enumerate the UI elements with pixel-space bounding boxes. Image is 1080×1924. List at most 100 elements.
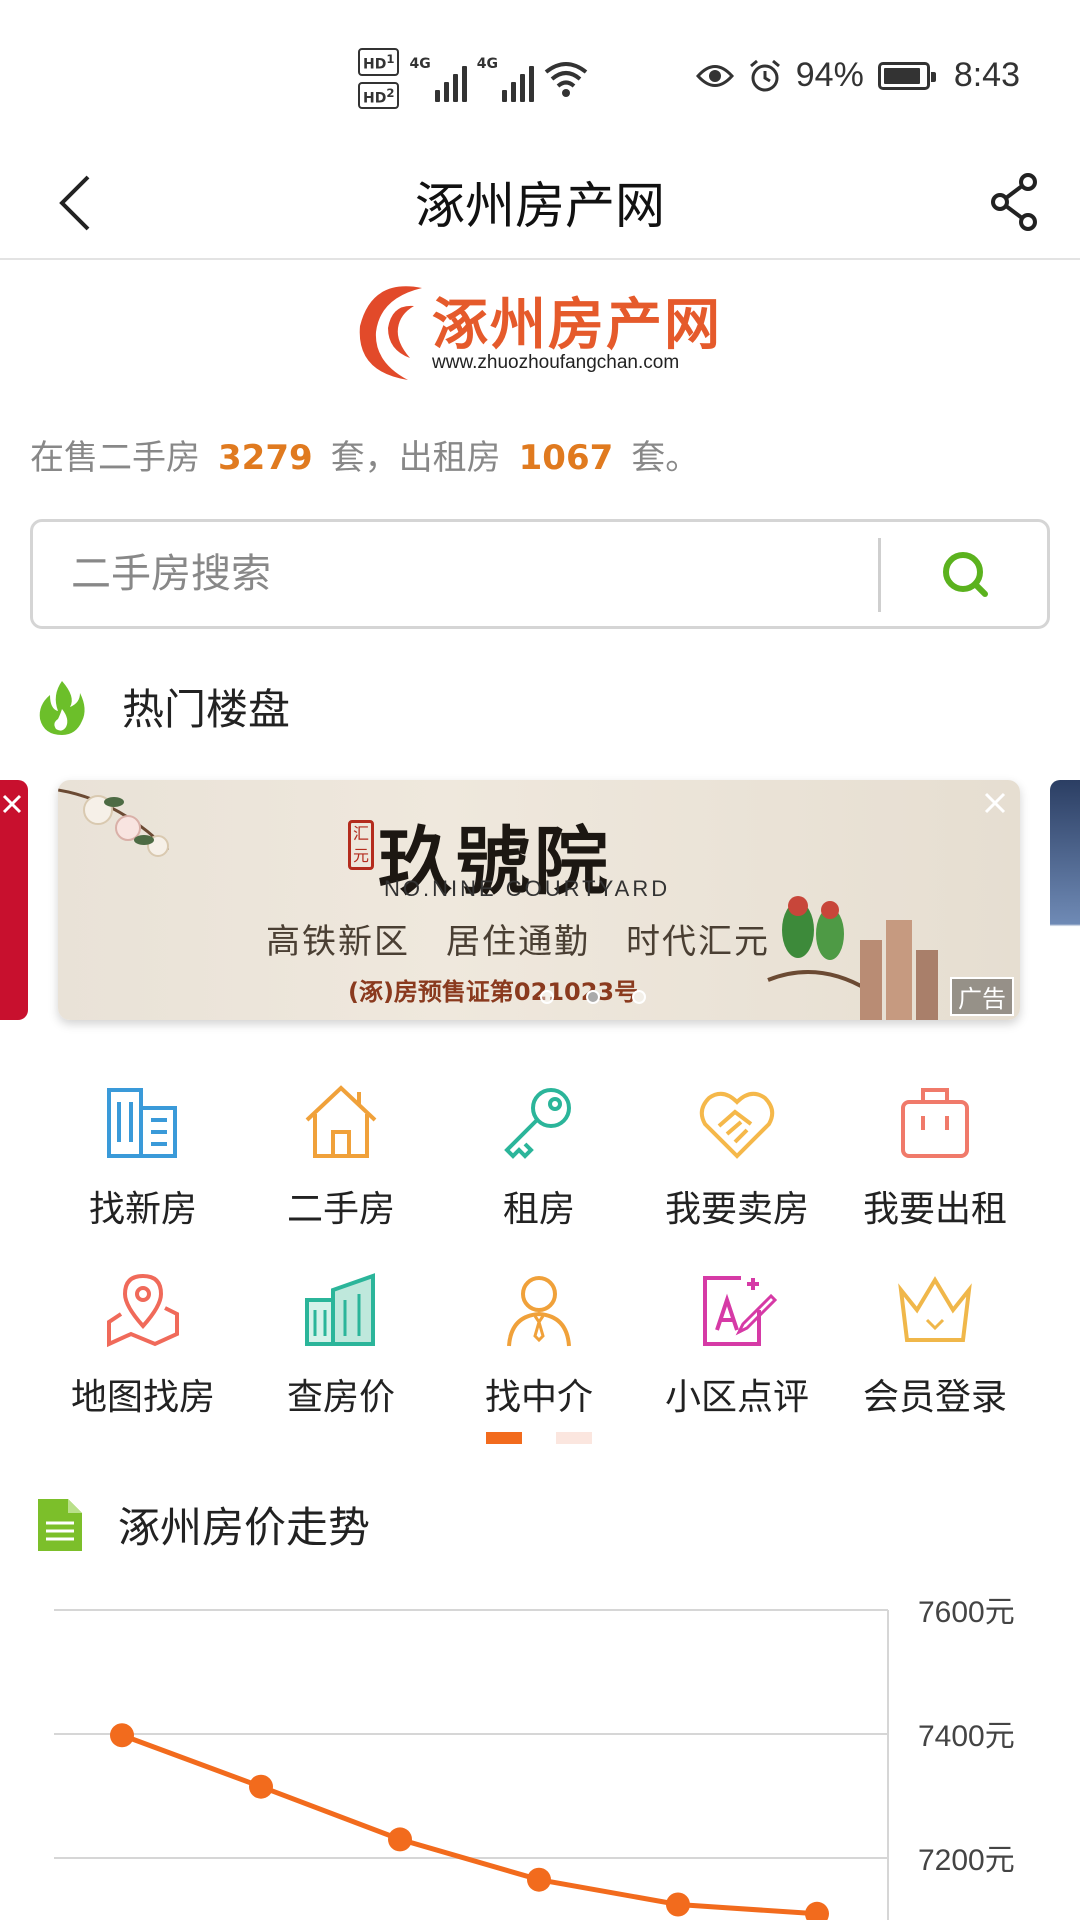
banner-dot-active[interactable]: [586, 990, 600, 1004]
agent-icon: [507, 1276, 571, 1347]
data-point[interactable]: [805, 1901, 829, 1924]
banner-subtitle: 高铁新区 居住通勤 时代汇元: [266, 922, 770, 962]
prev-banner-peek[interactable]: [0, 780, 28, 1020]
search-button[interactable]: [881, 522, 1049, 626]
share-button[interactable]: [984, 166, 1044, 236]
data-point[interactable]: [249, 1774, 273, 1799]
handshake-icon: [699, 1091, 775, 1159]
flower-decoration-icon: [58, 788, 170, 857]
grid-pager: [486, 1432, 592, 1444]
feature-row-2: 地图找房 查房价 找中介 小区点评 会员登录: [0, 1248, 1080, 1436]
data-point[interactable]: [110, 1723, 134, 1748]
feature-grid: 找新房 二手房 租房 我要卖房 我要出租 地图找房 查房价 找中介 小区点评 会…: [0, 1060, 1080, 1436]
status-bar: HD1 HD2 4G 4G 94% 8:43: [0, 0, 1080, 150]
sale-count: 3279: [218, 438, 313, 478]
data-point[interactable]: [666, 1892, 690, 1917]
alarm-icon: [749, 59, 780, 91]
grid-label: 会员登录: [862, 1377, 1007, 1418]
logo-mark-icon: [359, 286, 422, 380]
banner-dots: [540, 990, 646, 1004]
banner-carousel[interactable]: 汇元 玖號院 NO.NINE COURTYARD 高铁新区 居住通勤 时代汇元 …: [0, 780, 1080, 1020]
grid-label: 我要出租: [862, 1189, 1007, 1230]
map-pin-icon: [107, 1273, 179, 1348]
document-icon: [38, 1498, 82, 1551]
grid-item-login[interactable]: 会员登录: [836, 1248, 1034, 1436]
grid-item-review[interactable]: 小区点评: [638, 1248, 836, 1436]
grid-item-lease[interactable]: 我要出租: [836, 1060, 1034, 1248]
banner-dot[interactable]: [632, 990, 646, 1004]
chart-svg: 7600元 7400元 7200元: [54, 1596, 1015, 1924]
data-point[interactable]: [388, 1827, 412, 1852]
banner-seal: 汇元: [348, 820, 374, 870]
navigation-bar: 涿州房产网: [0, 150, 1080, 260]
feature-row-1: 找新房 二手房 租房 我要卖房 我要出租: [0, 1060, 1080, 1248]
hd1-badge: HD1: [358, 48, 400, 76]
status-right: 94% 8:43: [695, 56, 1020, 95]
grid-item-second-hand[interactable]: 二手房: [242, 1060, 440, 1248]
rent-count: 1067: [518, 438, 614, 478]
stats-suffix: 套。: [631, 438, 700, 478]
close-icon: [2, 794, 22, 814]
grid-label: 找新房: [88, 1189, 197, 1230]
wifi-icon: [544, 61, 588, 97]
banner-dot[interactable]: [540, 990, 554, 1004]
hd2-badge: HD2: [358, 81, 400, 110]
grid-item-new-house[interactable]: 找新房: [44, 1060, 242, 1248]
pager-dot[interactable]: [556, 1432, 592, 1444]
network-type-label-2: 4G: [476, 55, 498, 72]
battery-icon: [877, 61, 936, 90]
review-icon: [703, 1276, 777, 1346]
network-type-label: 4G: [409, 55, 431, 72]
grid-label: 租房: [502, 1189, 575, 1230]
listing-stats: 在售二手房 3279 套，出租房 1067 套。: [30, 430, 699, 479]
status-left: HD1 HD2 4G 4G: [358, 48, 588, 110]
grid-item-price[interactable]: 查房价: [242, 1248, 440, 1436]
crown-icon: [898, 1276, 972, 1342]
y-tick-label: 7600元: [918, 1596, 1015, 1629]
hot-section-title: 热门楼盘: [122, 685, 291, 734]
y-tick-label: 7200元: [918, 1844, 1015, 1877]
banner-slide[interactable]: 汇元 玖號院 NO.NINE COURTYARD 高铁新区 居住通勤 时代汇元 …: [58, 780, 1020, 1020]
suitcase-icon: [901, 1088, 969, 1158]
grid-label: 小区点评: [664, 1377, 809, 1418]
share-icon: [991, 173, 1037, 231]
trend-section-title: 涿州房价走势: [118, 1503, 371, 1552]
grid-item-agent[interactable]: 找中介: [440, 1248, 638, 1436]
eye-icon: [695, 64, 734, 87]
house-icon: [305, 1085, 377, 1158]
banner-english: NO.NINE COURTYARD: [384, 876, 671, 901]
next-banner-peek[interactable]: [1050, 780, 1080, 1020]
page-title: 涿州房产网: [415, 177, 665, 235]
pager-dot-active[interactable]: [486, 1432, 522, 1444]
search-bar: [30, 519, 1050, 629]
signal-icon: 4G: [409, 55, 467, 102]
price-trend-chart: 7600元 7400元 7200元: [0, 1570, 1080, 1924]
grid-label: 找中介: [484, 1377, 593, 1418]
close-icon[interactable]: [982, 790, 1008, 816]
grid-label: 查房价: [286, 1377, 395, 1418]
logo-text: 涿州房产网: [432, 293, 722, 358]
grid-item-rent[interactable]: 租房: [440, 1060, 638, 1248]
stats-prefix: 在售二手房: [30, 438, 200, 478]
site-logo: 涿州房产网 www.zhuozhoufangchan.com: [352, 276, 720, 384]
towers-decoration-icon: [860, 920, 938, 1020]
building-icon: [107, 1088, 177, 1158]
data-point[interactable]: [527, 1867, 551, 1892]
logo-url: www.zhuozhoufangchan.com: [432, 352, 680, 373]
battery-percent: 94%: [795, 56, 864, 94]
grid-item-map[interactable]: 地图找房: [44, 1248, 242, 1436]
fire-icon: [39, 680, 85, 735]
y-tick-label: 7400元: [918, 1720, 1015, 1753]
search-input[interactable]: [71, 542, 851, 606]
stats-mid: 套，出租房: [330, 438, 501, 478]
grid-item-sell[interactable]: 我要卖房: [638, 1060, 836, 1248]
series-line: [121, 1732, 818, 1917]
buildings-icon: [305, 1273, 375, 1346]
clock: 8:43: [953, 56, 1020, 94]
hd-indicator: HD1 HD2: [358, 48, 400, 110]
trend-section-header: 涿州房价走势: [36, 1494, 370, 1555]
search-icon: [943, 552, 988, 597]
signal-icon-2: 4G: [477, 56, 534, 102]
grid-label: 地图找房: [70, 1377, 215, 1418]
hot-section-header: 热门楼盘: [36, 676, 290, 737]
